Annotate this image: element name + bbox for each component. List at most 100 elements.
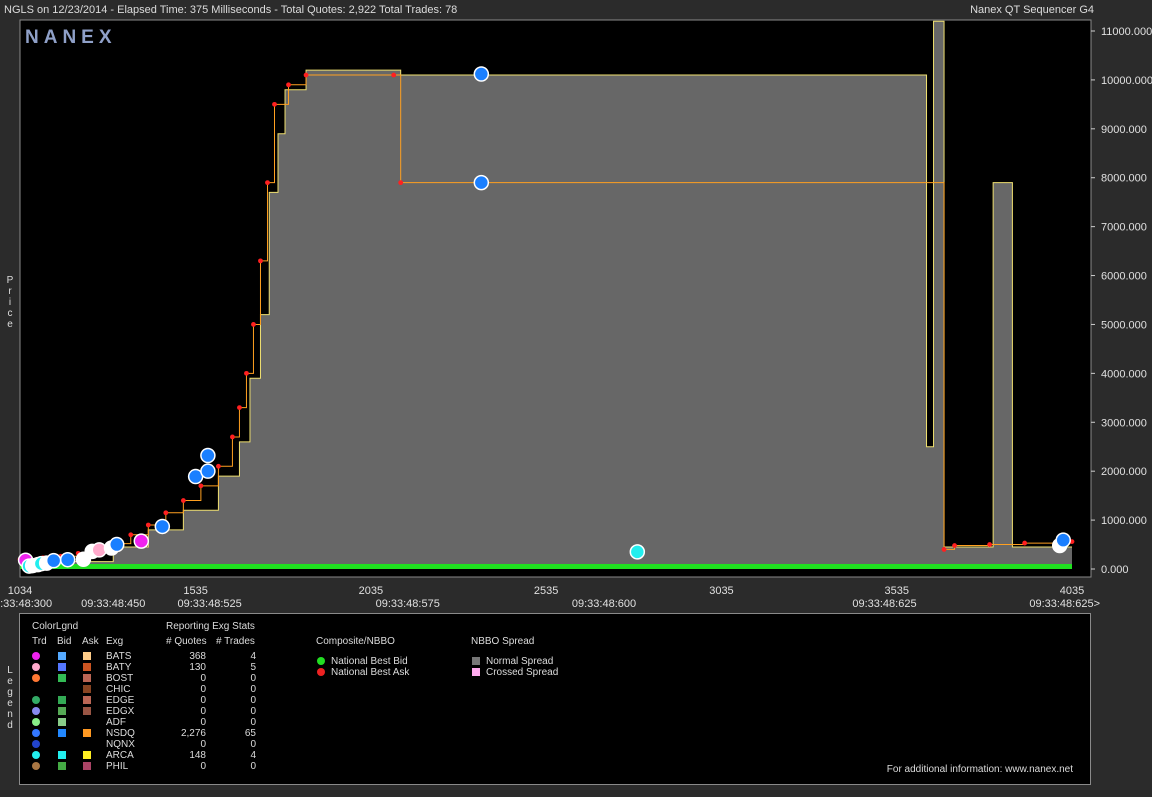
ask-color-swatch (83, 652, 91, 660)
bid-color-swatch (58, 729, 66, 737)
trade-color-dot (32, 718, 40, 726)
y-tick-label: 0.000 (1101, 564, 1129, 576)
vertical-letter: d (7, 720, 13, 731)
x-time-label: 09:33:48:300 (0, 598, 52, 610)
ask-point (398, 180, 404, 186)
vertical-letter: e (7, 698, 13, 709)
bid-color-swatch (58, 663, 66, 671)
exchange-trades: 65 (244, 728, 256, 739)
exchange-name: NQNX (106, 739, 135, 750)
ask-point (163, 510, 169, 516)
ask-point (230, 434, 235, 440)
composite-marker (317, 668, 325, 676)
bid-color-swatch (58, 762, 66, 770)
nanex-watermark: NANEX (25, 27, 117, 48)
vertical-letter: g (7, 687, 13, 698)
x-tick-label: 3035 (709, 585, 733, 597)
ask-point (237, 405, 242, 410)
trade-marker (1055, 532, 1071, 548)
trade-color-dot (32, 674, 40, 682)
ask-point (286, 82, 291, 88)
trade-color-dot (32, 663, 40, 671)
ask-color-swatch (83, 674, 91, 682)
vertical-letter: n (7, 709, 13, 720)
legend-side-title: Legend (4, 665, 16, 731)
ask-point (216, 463, 221, 469)
y-tick-label: 6000.000 (1101, 271, 1147, 283)
trade-marker (629, 544, 646, 560)
ask-point (272, 101, 277, 107)
exchange-quotes: 368 (189, 651, 206, 662)
ask-color-swatch (83, 729, 91, 737)
exchange-name: BATY (106, 662, 132, 673)
x-tick-label: 3535 (884, 585, 908, 597)
ask-point (952, 543, 957, 548)
trade-marker (200, 447, 216, 464)
trade-color-dot (32, 762, 40, 770)
y-tick-label: 5000.000 (1101, 319, 1147, 331)
ask-point (180, 498, 186, 503)
exchange-trades: 0 (250, 739, 256, 750)
x-axis: 1034 1535 2035 2535 3035 3535 4035 09:33:48:300… (0, 585, 1100, 610)
composite-label: National Best Ask (331, 667, 410, 678)
exchange-trades: 4 (250, 651, 256, 662)
bid-color-swatch (58, 696, 66, 704)
exchange-name: ADF (106, 717, 126, 728)
vertical-letter: i (8, 297, 12, 308)
exchange-quotes: 130 (189, 662, 206, 673)
exchange-name: PHIL (106, 761, 129, 772)
x-tick-label: 4035 (1060, 585, 1084, 597)
x-tick-label: 1535 (183, 585, 207, 597)
y-tick-label: 8000.000 (1101, 173, 1147, 185)
color-legend-title: ColorLgnd (32, 621, 79, 632)
x-time-label: 09:33:48:625> (1029, 598, 1100, 610)
y-tick-label: 4000.000 (1101, 368, 1147, 380)
ask-color-swatch (83, 751, 91, 759)
y-tick-label: 2000.000 (1101, 466, 1147, 478)
exchange-trades: 0 (250, 717, 256, 728)
vertical-letter: L (7, 665, 13, 676)
trade-marker (109, 536, 125, 553)
vertical-letter: e (7, 319, 13, 330)
trade-color-dot (32, 729, 40, 737)
ask-color-swatch (83, 685, 91, 693)
legend-panel: ColorLgnd Reporting Exg Stats Trd Bid As… (19, 613, 1091, 785)
exchange-quotes: 0 (200, 717, 206, 728)
col-trd: Trd (32, 636, 47, 647)
x-time-label: 09:33:48:575 (376, 598, 440, 610)
exchange-quotes: 0 (200, 684, 206, 695)
ask-point (941, 547, 947, 552)
col-ask: Ask (82, 636, 99, 647)
trade-marker (154, 518, 171, 535)
ask-point (128, 532, 134, 538)
x-time-label: 09:33:48:525 (178, 598, 242, 610)
trade-marker (473, 66, 490, 82)
ask-point (198, 483, 204, 489)
y-tick-label: 9000.000 (1101, 124, 1147, 136)
exchange-quotes: 0 (200, 739, 206, 750)
spread-title: NBBO Spread (471, 636, 535, 647)
exchange-name: CHIC (106, 684, 131, 695)
col-quotes: # Quotes (166, 636, 207, 647)
exchange-name: EDGX (106, 706, 135, 717)
exchange-name: ARCA (106, 750, 134, 761)
ask-color-swatch (83, 696, 91, 704)
footer-link[interactable]: For additional information: www.nanex.ne… (887, 764, 1073, 775)
ask-point (145, 522, 151, 528)
exchange-name: EDGE (106, 695, 135, 706)
y-tick-label: 10000.000 (1101, 75, 1152, 87)
ask-color-swatch (83, 663, 91, 671)
trade-marker (59, 551, 76, 568)
y-tick-label: 3000.000 (1101, 417, 1147, 429)
bid-color-swatch (58, 707, 66, 715)
spread-label: Crossed Spread (486, 667, 559, 678)
trade-marker (200, 463, 216, 479)
trade-marker (133, 533, 150, 549)
trade-color-dot (32, 652, 40, 660)
spread-label: Normal Spread (486, 656, 554, 667)
exchange-quotes: 148 (189, 750, 206, 761)
exchange-name: BOST (106, 673, 134, 684)
exchange-trades: 0 (250, 761, 256, 772)
trade-marker (45, 552, 62, 569)
x-time-label: 09:33:48:625 (852, 598, 916, 610)
